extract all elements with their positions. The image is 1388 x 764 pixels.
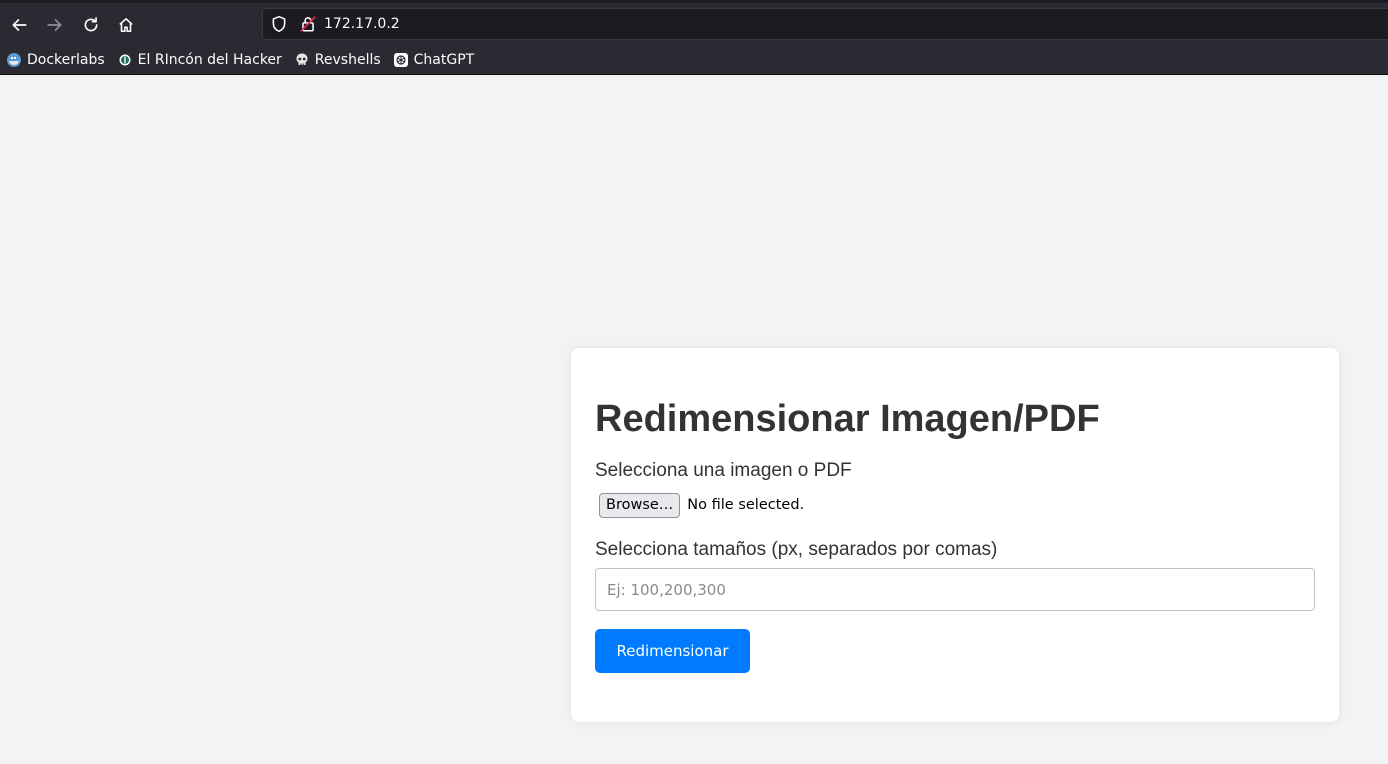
dockerlabs-favicon [6,52,22,68]
bookmark-label: ChatGPT [413,52,475,68]
page-title: Redimensionar Imagen/PDF [595,398,1100,440]
bookmark-label: Dockerlabs [27,52,105,68]
reload-icon [84,17,98,32]
bookmarks-bar: Dockerlabs El RIncón del Hacker Revshell… [0,46,1388,75]
shield-icon[interactable] [270,15,288,33]
file-input[interactable]: Browse… No file selected. [595,492,1315,518]
forward-button[interactable] [40,10,70,40]
home-button[interactable] [111,10,141,40]
arrow-right-icon [47,19,62,31]
home-icon [119,18,133,32]
resize-form-card: Redimensionar Imagen/PDF Selecciona una … [571,348,1339,722]
insecure-lock-icon[interactable] [299,15,317,33]
browser-toolbar: 172.17.0.2 [0,0,1388,46]
rincon-favicon [117,52,133,68]
url-bar[interactable]: 172.17.0.2 [262,8,1388,40]
back-button[interactable] [4,10,34,40]
sizes-input[interactable] [595,568,1315,611]
skull-favicon [294,52,310,68]
sizes-input-label: Selecciona tamaños (px, separados por co… [595,539,998,560]
bookmark-label: El RIncón del Hacker [137,52,282,68]
bookmark-chatgpt[interactable]: ChatGPT [393,48,475,72]
file-status-text: No file selected. [687,497,805,513]
resize-submit-button[interactable]: Redimensionar [595,629,750,673]
bookmark-label: Revshells [314,52,381,68]
bookmark-dockerlabs[interactable]: Dockerlabs [6,48,105,72]
bookmark-rincon-hacker[interactable]: El RIncón del Hacker [117,48,282,72]
arrow-left-icon [12,19,27,31]
chatgpt-favicon [393,52,409,68]
bookmark-revshells[interactable]: Revshells [294,48,381,72]
url-text[interactable]: 172.17.0.2 [324,16,400,32]
browse-button[interactable]: Browse… [599,492,681,518]
reload-button[interactable] [76,10,106,40]
file-input-label: Selecciona una imagen o PDF [595,460,852,481]
